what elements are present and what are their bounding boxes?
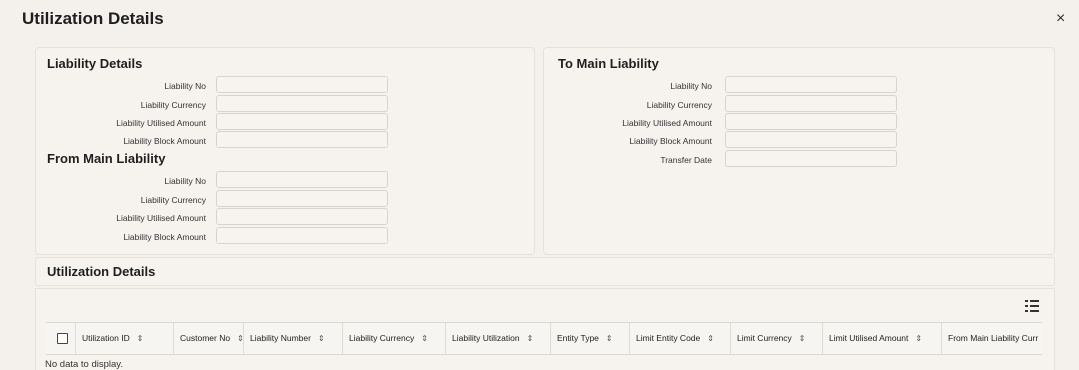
column-header-label: Limit Entity Code [636, 333, 701, 343]
dialog-title: Utilization Details [22, 9, 164, 28]
column-header-limit-entity-code[interactable]: Limit Entity Code ⇕ [630, 323, 731, 354]
field-label: Liability Utilised Amount [622, 118, 712, 128]
column-header-label: Customer No [180, 333, 231, 343]
from-liability-utilised-amount-input[interactable] [216, 208, 388, 225]
utilization-details-heading: Utilization Details [47, 264, 156, 279]
sort-icon[interactable]: ⇕ [915, 323, 922, 354]
from-liability-block-amount-input[interactable] [216, 227, 388, 244]
column-header-liability-number[interactable]: Liability Number ⇕ [244, 323, 343, 354]
liability-block-amount-input[interactable] [216, 131, 388, 148]
grid-header-row: Utilization ID ⇕ Customer No ⇕ Liability N… [46, 322, 1042, 355]
field-label: Liability Block Amount [123, 136, 206, 146]
liability-details-panel: Liability Details Liability No Liability… [35, 47, 535, 255]
column-header-label: Utilization ID [82, 333, 130, 343]
column-header-liability-currency[interactable]: Liability Currency ⇕ [343, 323, 446, 354]
column-header-label: Liability Currency [349, 333, 415, 343]
from-liability-no-input[interactable] [216, 171, 388, 188]
from-main-liability-heading: From Main Liability [47, 151, 166, 166]
liability-currency-input[interactable] [216, 95, 388, 112]
from-liability-currency-input[interactable] [216, 190, 388, 207]
column-header-utilization-id[interactable]: Utilization ID ⇕ [76, 323, 174, 354]
column-header-label: Entity Type [557, 333, 599, 343]
field-label: Liability Utilised Amount [116, 118, 206, 128]
sort-icon[interactable]: ⇕ [421, 323, 428, 354]
field-row: Liability Currency [544, 96, 712, 114]
column-header-limit-currency[interactable]: Limit Currency ⇕ [731, 323, 823, 354]
field-row: Transfer Date [544, 151, 712, 169]
field-row: Liability Block Amount [36, 132, 206, 150]
liability-utilised-amount-input[interactable] [216, 113, 388, 130]
to-liability-utilised-amount-input[interactable] [725, 113, 897, 130]
sort-icon[interactable]: ⇕ [137, 323, 144, 354]
close-icon[interactable]: × [1056, 11, 1065, 27]
column-header-label: Liability Utilization [452, 333, 520, 343]
column-header-label: Liability Number [250, 333, 311, 343]
field-row: Liability No [36, 172, 206, 190]
field-label: Liability No [164, 176, 206, 186]
column-header-customer-no[interactable]: Customer No ⇕ [174, 323, 244, 354]
select-all-checkbox[interactable] [57, 333, 68, 344]
field-label: Liability Currency [140, 100, 206, 110]
sort-icon[interactable]: ⇕ [799, 323, 806, 354]
field-row: Liability Currency [36, 191, 206, 209]
to-main-liability-panel: To Main Liability Liability No Liability… [543, 47, 1055, 255]
to-liability-no-input[interactable] [725, 76, 897, 93]
column-header-from-main-liability-curr[interactable]: From Main Liability Curr [942, 323, 1042, 354]
to-main-liability-heading: To Main Liability [558, 56, 659, 71]
field-label: Liability Block Amount [123, 232, 206, 242]
field-row: Liability Utilised Amount [36, 209, 206, 227]
empty-message: No data to display. [45, 359, 123, 370]
utilization-grid: Utilization ID ⇕ Customer No ⇕ Liability N… [35, 288, 1055, 370]
field-label: Liability Utilised Amount [116, 213, 206, 223]
liability-details-heading: Liability Details [47, 56, 143, 71]
column-settings-icon[interactable] [1025, 300, 1039, 312]
select-all-cell [46, 323, 76, 354]
sort-icon[interactable]: ⇕ [237, 323, 243, 354]
column-header-entity-type[interactable]: Entity Type ⇕ [551, 323, 630, 354]
column-header-limit-utilised-amount[interactable]: Limit Utilised Amount ⇕ [823, 323, 942, 354]
field-label: Liability Currency [140, 195, 206, 205]
field-label: Liability Block Amount [629, 136, 712, 146]
field-row: Liability No [544, 77, 712, 95]
sort-icon[interactable]: ⇕ [527, 323, 534, 354]
sort-icon[interactable]: ⇕ [707, 323, 714, 354]
column-header-label: From Main Liability Curr [948, 333, 1039, 343]
field-label: Transfer Date [660, 155, 712, 165]
field-row: Liability Utilised Amount [36, 114, 206, 132]
field-row: Liability No [36, 77, 206, 95]
field-label: Liability No [670, 81, 712, 91]
column-header-label: Limit Currency [737, 333, 792, 343]
sort-icon[interactable]: ⇕ [606, 323, 613, 354]
field-row: Liability Currency [36, 96, 206, 114]
field-row: Liability Utilised Amount [544, 114, 712, 132]
sort-icon[interactable]: ⇕ [318, 323, 325, 354]
utilization-details-header: Utilization Details [35, 257, 1055, 286]
field-label: Liability Currency [646, 100, 712, 110]
field-row: Liability Block Amount [544, 132, 712, 150]
column-header-liability-utilization[interactable]: Liability Utilization ⇕ [446, 323, 551, 354]
field-row: Liability Block Amount [36, 228, 206, 246]
field-label: Liability No [164, 81, 206, 91]
column-header-label: Limit Utilised Amount [829, 333, 909, 343]
transfer-date-input[interactable] [725, 150, 897, 167]
to-liability-block-amount-input[interactable] [725, 131, 897, 148]
liability-no-input[interactable] [216, 76, 388, 93]
to-liability-currency-input[interactable] [725, 95, 897, 112]
